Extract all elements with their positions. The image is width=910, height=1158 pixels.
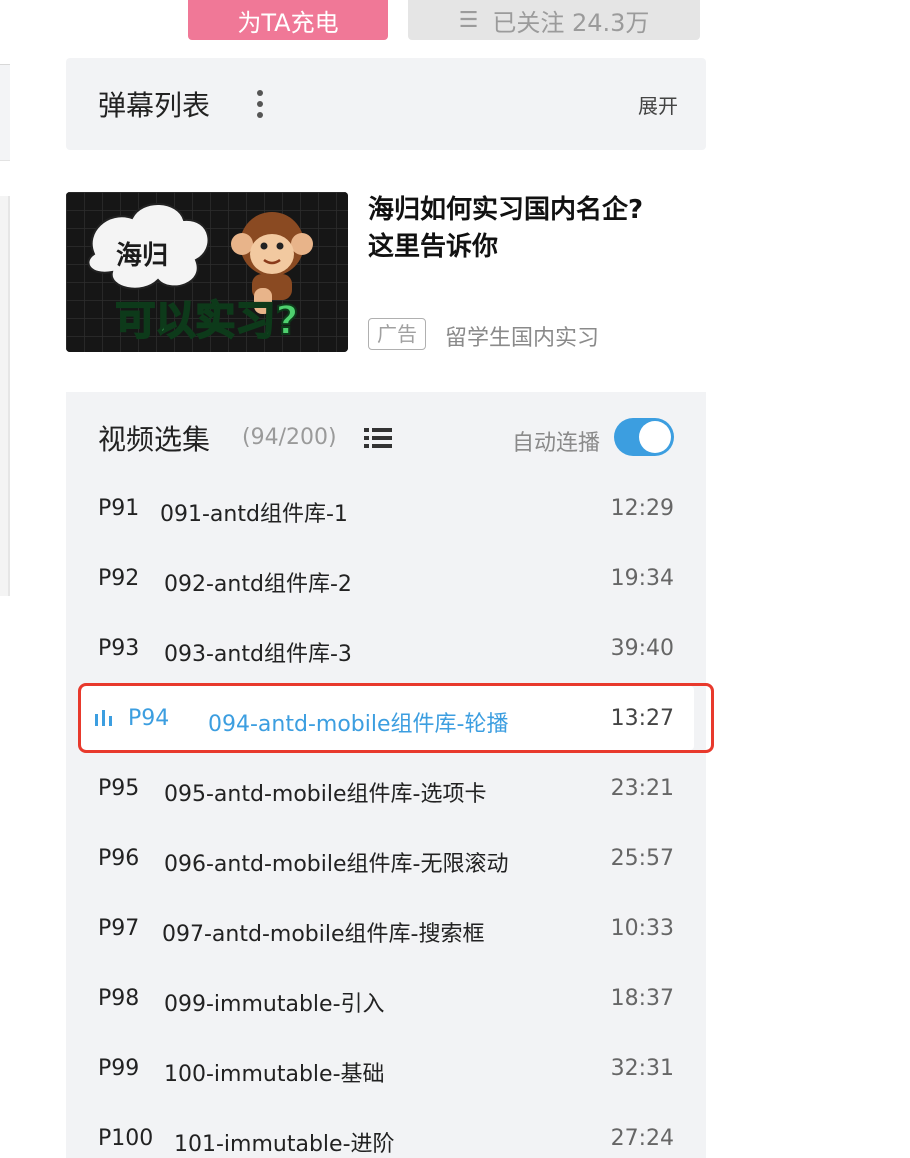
episode-duration: 10:33	[610, 916, 674, 941]
episode-title: 100-immutable-基础	[164, 1062, 385, 1087]
toggle-knob	[639, 421, 671, 453]
episode-title: 099-immutable-引入	[164, 992, 385, 1017]
episode-row[interactable]: P100 101-immutable-进阶 27:24	[66, 1103, 706, 1158]
episode-row[interactable]: P91 091-antd组件库-1 12:29	[66, 473, 706, 543]
autoplay-toggle[interactable]	[614, 418, 674, 456]
episode-duration: 12:29	[610, 496, 674, 521]
danmaku-list-header[interactable]: 弹幕列表 展开	[66, 58, 706, 150]
episode-title: 095-antd-mobile组件库-选项卡	[164, 782, 487, 807]
danmaku-title: 弹幕列表	[98, 89, 211, 122]
video-playlist: 视频选集 (94/200) 自动连播 P91 091-antd组件库-1 12:29…	[66, 392, 706, 1158]
follow-button-label: 已关注 24.3万	[492, 8, 650, 37]
charge-button-label: 为TA充电	[237, 8, 339, 37]
ad-image: 海归 可以实习?	[66, 192, 348, 352]
episode-number: P97	[98, 916, 140, 941]
episode-duration: 23:21	[610, 776, 674, 801]
ad-title-line: 这里告诉你	[368, 232, 499, 262]
episode-number: P100	[98, 1126, 154, 1151]
episode-duration: 39:40	[610, 636, 674, 661]
episode-row[interactable]: P93 093-antd组件库-3 39:40	[66, 613, 706, 683]
episode-duration: 18:37	[610, 986, 674, 1011]
follow-button[interactable]: ☰ 已关注 24.3万	[408, 0, 700, 40]
left-strip-fragment	[0, 160, 10, 201]
episode-duration: 25:57	[610, 846, 674, 871]
playlist-count: (94/200)	[242, 425, 337, 450]
page: 为TA充电 ☰ 已关注 24.3万 弹幕列表 展开 海归 可以实习? 海归如何实…	[0, 0, 910, 1158]
episode-title: 092-antd组件库-2	[164, 572, 352, 597]
episode-row[interactable]: P99 100-immutable-基础 32:31	[66, 1033, 706, 1103]
episode-title: 096-antd-mobile组件库-无限滚动	[164, 852, 509, 877]
list-view-icon[interactable]	[364, 428, 392, 448]
episode-title: 101-immutable-进阶	[174, 1132, 395, 1157]
ad-title-line: 海归如何实习国内名企?	[368, 195, 644, 225]
ad-badge: 广告	[368, 318, 426, 350]
autoplay-label: 自动连播	[512, 431, 601, 456]
episode-title: 091-antd组件库-1	[160, 502, 348, 527]
episode-row[interactable]: P96 096-antd-mobile组件库-无限滚动 25:57	[66, 823, 706, 893]
episode-row[interactable]: P95 095-antd-mobile组件库-选项卡 23:21	[66, 753, 706, 823]
menu-icon: ☰	[458, 7, 479, 33]
episode-duration: 27:24	[610, 1126, 674, 1151]
episode-number: P93	[98, 636, 140, 661]
episode-number: P92	[98, 566, 140, 591]
episode-number: P99	[98, 1056, 140, 1081]
left-strip	[0, 0, 10, 1158]
episode-title: 097-antd-mobile组件库-搜索框	[162, 922, 485, 947]
highlight-box	[78, 683, 714, 753]
episode-duration: 32:31	[610, 1056, 674, 1081]
episode-duration: 19:34	[610, 566, 674, 591]
episode-row[interactable]: P92 092-antd组件库-2 19:34	[66, 543, 706, 613]
ad-title[interactable]: 海归如何实习国内名企? 这里告诉你	[368, 192, 688, 266]
charge-button[interactable]: 为TA充电	[188, 0, 388, 40]
expand-button[interactable]: 展开	[638, 90, 678, 119]
episode-number: P98	[98, 986, 140, 1011]
episode-number: P95	[98, 776, 140, 801]
episode-row[interactable]: P97 097-antd-mobile组件库-搜索框 10:33	[66, 893, 706, 963]
episode-number: P91	[98, 496, 140, 521]
episode-title: 093-antd组件库-3	[164, 642, 352, 667]
playlist-title: 视频选集	[98, 423, 211, 456]
left-scrollbar[interactable]	[0, 196, 10, 596]
ad-source[interactable]: 留学生国内实习	[445, 320, 599, 352]
episode-number: P96	[98, 846, 140, 871]
ad-bubble-text: 海归	[116, 241, 168, 271]
left-strip-fragment	[0, 64, 10, 161]
ad-thumbnail[interactable]: 海归 可以实习?	[66, 192, 348, 352]
ad-image-text: 可以实习?	[115, 298, 298, 344]
episode-row[interactable]: P98 099-immutable-引入 18:37	[66, 963, 706, 1033]
more-options-icon[interactable]	[256, 90, 264, 118]
